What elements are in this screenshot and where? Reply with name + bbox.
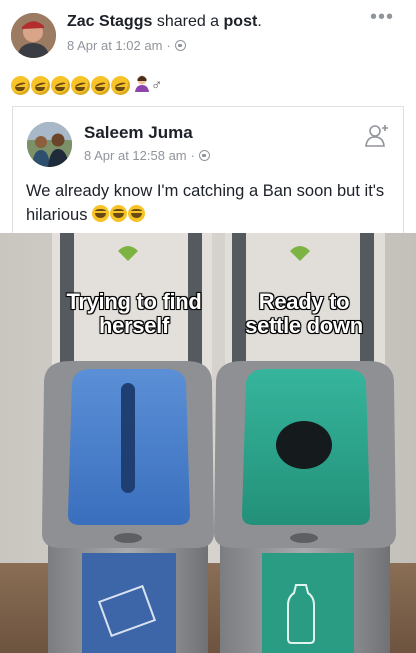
post-meta: 8 Apr at 1:02 am · [67,38,186,53]
author-avatar[interactable] [11,13,56,58]
globe-icon[interactable] [198,150,210,161]
laughing-face-icon [91,75,110,95]
shared-post-meta: 8 Apr at 12:58 am · [84,148,210,163]
action-text: shared a [156,13,220,30]
tears-of-joy-icon [92,205,110,222]
add-friend-icon[interactable] [363,121,391,149]
post-timestamp[interactable]: 8 Apr at 1:02 am [67,38,162,53]
post-link[interactable]: post [224,13,258,30]
laughing-face-icon [71,75,90,95]
tears-of-joy-icon [128,205,146,222]
meme-caption-right: Ready to settle down [245,289,364,338]
action-end: . [257,13,262,30]
laughing-face-icon [11,75,30,95]
author-name[interactable]: Zac Staggs [67,13,152,30]
globe-icon[interactable] [174,40,186,51]
shared-post-card: Saleem Juma 8 Apr at 12:58 am · We alrea… [12,106,404,234]
meme-caption-left: Trying to find herself [66,289,203,338]
status-emoji-line: ♂ [11,72,162,98]
laughing-face-icon [111,75,130,95]
shared-author-name[interactable]: Saleem Juma [84,123,193,143]
shared-post-timestamp[interactable]: 8 Apr at 12:58 am [84,148,187,163]
more-options-button[interactable]: ••• [370,6,394,29]
laughing-face-icon [31,75,50,95]
male-sign: ♂ [151,76,163,94]
shared-post-text: We already know I'm catching a Ban soon … [26,179,391,227]
shared-post-body: We already know I'm catching a Ban soon … [26,182,385,224]
meme-photo[interactable]: Trying to find herself Ready to settle d… [0,233,416,653]
meta-separator: · [190,148,195,163]
post-header: Zac Staggs shared a post. 8 Apr at 1:02 … [0,0,416,66]
laughing-face-icon [51,75,70,95]
woman-shrugging-icon [134,74,150,97]
post-attribution: Zac Staggs shared a post. [67,13,262,31]
meta-separator: · [166,38,171,53]
shared-author-avatar[interactable] [27,122,72,167]
tears-of-joy-icon [110,205,128,222]
